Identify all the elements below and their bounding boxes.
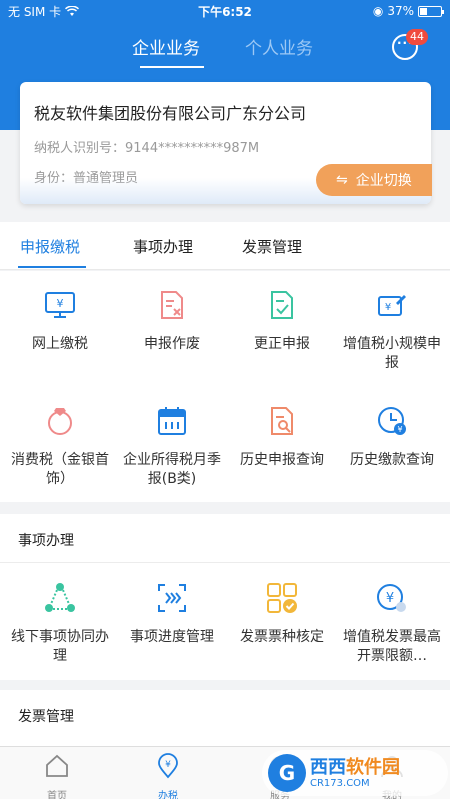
grid-item-label: 申报作废: [144, 336, 200, 352]
tab-invoice[interactable]: 发票管理: [242, 236, 302, 257]
switch-icon: ⇋: [336, 172, 348, 188]
watermark-title-b: 软件园: [346, 756, 400, 778]
document-search-icon: [271, 407, 293, 435]
watermark-title: 西西软件园: [310, 756, 400, 778]
nav-home[interactable]: 首页: [22, 753, 92, 799]
section-tabs: 申报缴税 事项办理 发票管理: [0, 222, 450, 270]
section-tab-underline: [18, 266, 86, 268]
grid-item-invoice-type[interactable]: 发票票种核定: [226, 582, 338, 647]
svg-text:¥: ¥: [385, 302, 391, 313]
nav-label: 办税: [158, 791, 178, 799]
grid-item-label: 历史缴款查询: [350, 452, 434, 468]
watermark-url: CR173.COM: [310, 777, 370, 789]
grid-item-income-tax[interactable]: 企业所得税月季报(B类): [116, 405, 228, 489]
grid-item-label: 历史申报查询: [240, 452, 324, 468]
invoice-section-title: 发票管理: [18, 709, 74, 725]
grid-item-label: 发票票种核定: [240, 629, 324, 645]
svg-text:¥: ¥: [57, 297, 64, 310]
taxpayer-id: 纳税人识别号：9144**********987M: [34, 141, 260, 156]
watermark-logo: G: [268, 754, 306, 792]
wifi-icon: [65, 5, 80, 16]
grid-item-label: 增值税小规模申报: [343, 336, 441, 371]
tax-location-icon: ¥: [158, 753, 178, 779]
nav-tax[interactable]: ¥ 办税: [133, 753, 203, 799]
carrier-label: 无 SIM 卡: [8, 4, 62, 19]
grid-item-online-pay[interactable]: ¥ 网上缴税: [4, 289, 116, 354]
svg-text:¥: ¥: [397, 425, 402, 434]
watermark-title-a: 西西: [310, 756, 346, 778]
watermark: G 西西软件园 CR173.COM: [262, 750, 448, 796]
grid-item-label: 增值税发票最高开票限额…: [343, 629, 441, 664]
grid-item-declare-void[interactable]: 申报作废: [116, 289, 228, 354]
company-name: 税友软件集团股份有限公司广东分公司: [34, 104, 307, 123]
tab-personal[interactable]: 个人业务: [245, 34, 313, 59]
switch-company-label: 企业切换: [355, 173, 412, 189]
grid-item-label: 消费税（金银首饰）: [11, 452, 109, 487]
battery-percent: 37%: [387, 4, 414, 18]
grid-check-icon: [267, 583, 297, 613]
switch-company-button[interactable]: ⇋ 企业切换: [316, 164, 432, 196]
grid-item-history-payment[interactable]: ¥ 历史缴款查询: [336, 405, 448, 470]
ring-icon: [48, 408, 72, 435]
message-badge: 44: [406, 29, 428, 45]
rotation-lock-icon: ◉: [372, 4, 384, 18]
grid-item-consumption-tax[interactable]: 消费税（金银首饰）: [4, 405, 116, 489]
grid-item-history-declare[interactable]: 历史申报查询: [226, 405, 338, 470]
svg-text:¥: ¥: [386, 591, 394, 606]
grid-item-label: 企业所得税月季报(B类): [123, 452, 221, 487]
battery-icon: [418, 5, 444, 17]
card-edit-icon: ¥: [378, 295, 406, 316]
matters-section-title: 事项办理: [18, 533, 74, 549]
grid-item-offline-collab[interactable]: 线下事项协同办理: [4, 582, 116, 666]
grid-item-vat-limit[interactable]: ¥ 增值税发票最高开票限额…: [336, 582, 448, 666]
grid-item-label: 事项进度管理: [130, 629, 214, 645]
nav-label: 首页: [47, 791, 67, 799]
tab-enterprise[interactable]: 企业业务: [132, 34, 200, 59]
coin-yen-icon: ¥: [377, 584, 406, 612]
progress-icon: [158, 584, 186, 612]
status-bar: 无 SIM 卡 下午6:52 ◉ 37%: [0, 0, 450, 22]
home-icon: [46, 754, 68, 777]
grid-item-progress-mgmt[interactable]: 事项进度管理: [116, 582, 228, 647]
clock-yen-icon: ¥: [378, 407, 406, 435]
tax-grid: ¥ 网上缴税 申报作废 更正申报 ¥ 增值税小规模申报 消费税（金银首饰） 企业…: [0, 271, 450, 502]
document-check-icon: [271, 291, 293, 319]
document-x-icon: [161, 291, 183, 319]
grid-item-label: 线下事项协同办理: [11, 629, 109, 664]
grid-item-vat-small[interactable]: ¥ 增值税小规模申报: [336, 289, 448, 373]
svg-text:¥: ¥: [165, 760, 171, 770]
monitor-yen-icon: ¥: [45, 292, 75, 318]
tab-matters[interactable]: 事项办理: [133, 236, 193, 257]
grid-item-correct-declare[interactable]: 更正申报: [226, 289, 338, 354]
grid-item-label: 更正申报: [254, 336, 310, 352]
matters-section: 事项办理 线下事项协同办理 事项进度管理 发票票种核定 ¥ 增值税发票最高开票限…: [0, 514, 450, 680]
grid-item-label: 网上缴税: [32, 336, 88, 352]
top-bar: 企业业务 个人业务 44: [0, 22, 450, 70]
tab-declare-pay[interactable]: 申报缴税: [20, 236, 80, 257]
network-icon: [45, 583, 75, 612]
matters-divider: [0, 562, 450, 563]
status-time: 下午6:52: [198, 4, 252, 19]
invoice-section: 发票管理: [0, 690, 450, 746]
calendar-icon: [158, 407, 186, 435]
tab-underline: [140, 66, 204, 68]
